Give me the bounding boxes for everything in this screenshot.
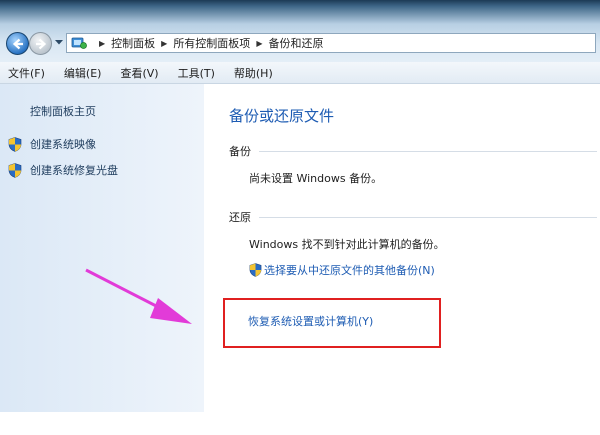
- select-other-backup-link[interactable]: 选择要从中还原文件的其他备份(N): [249, 262, 435, 278]
- main-content-pane: 备份或还原文件 备份 尚未设置 Windows 备份。 还原 Windows 找…: [204, 84, 600, 412]
- restore-heading-label: 还原: [229, 211, 251, 224]
- forward-arrow-icon: [35, 38, 46, 49]
- highlight-box: [223, 298, 441, 348]
- backup-restore-window: ▶ 控制面板 ▶ 所有控制面板项 ▶ 备份和还原 文件(F) 编辑(E) 查看(…: [0, 0, 600, 412]
- restore-section-heading: 还原: [229, 209, 597, 225]
- menu-help[interactable]: 帮助(H): [234, 65, 273, 81]
- create-repair-disc-label: 创建系统修复光盘: [30, 164, 118, 177]
- section-divider: [259, 216, 597, 218]
- back-arrow-icon: [12, 38, 23, 49]
- select-other-backup-label: 选择要从中还原文件的其他备份(N): [264, 264, 435, 277]
- history-dropdown-icon[interactable]: [54, 37, 64, 47]
- menu-view[interactable]: 查看(V): [120, 65, 158, 81]
- create-system-image-label: 创建系统映像: [30, 138, 96, 151]
- breadcrumb-control-panel[interactable]: 控制面板: [111, 35, 155, 51]
- breadcrumb-backup-restore[interactable]: 备份和还原: [268, 35, 323, 51]
- backup-heading-label: 备份: [229, 145, 251, 158]
- menu-tools[interactable]: 工具(T): [178, 65, 215, 81]
- breadcrumb-separator-icon: ▶: [99, 38, 106, 48]
- address-bar: ▶ 控制面板 ▶ 所有控制面板项 ▶ 备份和还原: [0, 0, 600, 62]
- menu-file[interactable]: 文件(F): [8, 65, 45, 81]
- breadcrumb-separator-icon: ▶: [256, 38, 263, 48]
- backup-section-heading: 备份: [229, 143, 597, 159]
- breadcrumb-all-items[interactable]: 所有控制面板项: [173, 35, 250, 51]
- create-system-image-link[interactable]: 创建系统映像: [8, 136, 96, 152]
- back-button[interactable]: [6, 32, 29, 55]
- uac-shield-icon: [8, 162, 22, 178]
- pointer-arrow-icon: [85, 268, 192, 324]
- address-box[interactable]: ▶ 控制面板 ▶ 所有控制面板项 ▶ 备份和还原: [66, 33, 596, 53]
- restore-status-text: Windows 找不到针对此计算机的备份。: [249, 238, 445, 251]
- forward-button[interactable]: [29, 32, 52, 55]
- uac-shield-icon: [249, 263, 262, 277]
- uac-shield-icon: [8, 136, 22, 152]
- control-panel-home-link[interactable]: 控制面板主页: [30, 103, 96, 119]
- control-panel-icon: [71, 37, 87, 49]
- left-nav-pane: 控制面板主页 创建系统映像 创建系统修复光盘: [0, 84, 204, 412]
- menu-edit[interactable]: 编辑(E): [64, 65, 102, 81]
- backup-status-text: 尚未设置 Windows 备份。: [249, 172, 383, 185]
- section-divider: [259, 150, 597, 152]
- create-repair-disc-link[interactable]: 创建系统修复光盘: [8, 162, 118, 178]
- page-title: 备份或还原文件: [229, 107, 335, 125]
- menu-bar: 文件(F) 编辑(E) 查看(V) 工具(T) 帮助(H): [0, 62, 600, 84]
- breadcrumb-separator-icon: ▶: [161, 38, 168, 48]
